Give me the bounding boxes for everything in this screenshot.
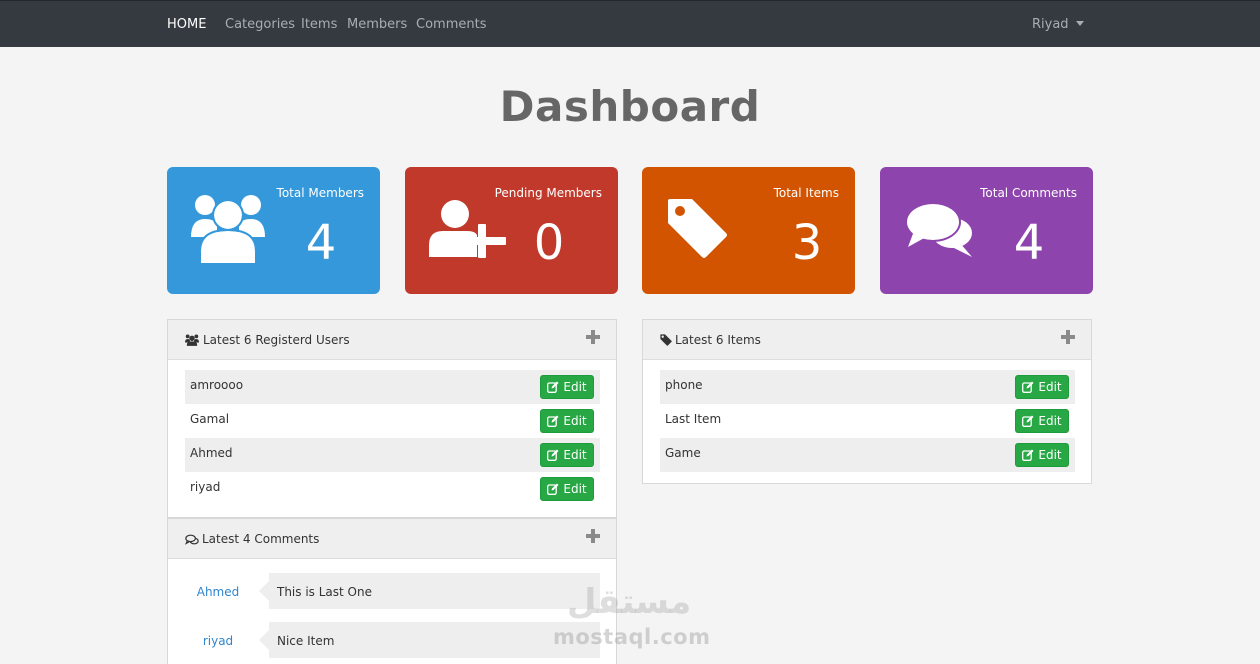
edit-icon: [547, 449, 559, 461]
comment-author-link[interactable]: riyad: [185, 634, 251, 648]
edit-button[interactable]: Edit: [540, 477, 594, 501]
edit-label: Edit: [1038, 414, 1062, 428]
stat-value: 4: [305, 215, 337, 271]
comment-item: Ahmed This is Last One: [185, 573, 600, 609]
edit-label: Edit: [1038, 448, 1062, 462]
list-item: Gamal Edit: [185, 404, 600, 438]
user-plus-icon: [429, 200, 506, 258]
user-name: riyad: [190, 480, 221, 494]
latest-items-panel: Latest 6 Items phone Edit Last Item Edit…: [642, 319, 1092, 484]
edit-label: Edit: [563, 482, 587, 496]
edit-icon: [547, 483, 559, 495]
stat-label: Total Comments: [980, 186, 1077, 200]
nav-home-link[interactable]: HOME: [167, 17, 206, 32]
edit-button[interactable]: Edit: [540, 375, 594, 399]
list-item: Last Item Edit: [660, 404, 1075, 438]
edit-icon: [1022, 381, 1034, 393]
navbar: HOME Categories Items Members Comments R…: [0, 0, 1260, 47]
comment-item: riyad Nice Item: [185, 622, 600, 658]
comment-text: Nice Item: [277, 634, 335, 648]
stat-card-total-items[interactable]: Total Items 3: [642, 167, 855, 294]
tag-icon: [668, 199, 727, 258]
stat-label: Total Members: [276, 186, 364, 200]
list-item: phone Edit: [660, 370, 1075, 404]
list-item: Ahmed Edit: [185, 438, 600, 472]
page-title: Dashboard: [499, 82, 761, 131]
item-name: phone: [665, 378, 703, 392]
edit-button[interactable]: Edit: [540, 443, 594, 467]
stat-card-pending-members[interactable]: Pending Members 0: [405, 167, 618, 294]
panel-heading: Latest 4 Comments: [168, 519, 616, 559]
user-name: Gamal: [190, 412, 230, 426]
panel-heading: Latest 6 Registerd Users: [168, 320, 616, 360]
user-dropdown[interactable]: Riyad: [1032, 17, 1084, 32]
stat-value: 3: [791, 215, 823, 271]
edit-icon: [547, 381, 559, 393]
edit-button[interactable]: Edit: [1015, 443, 1069, 467]
panel-title: Latest 6 Items: [675, 333, 761, 347]
edit-label: Edit: [1038, 380, 1062, 394]
list-item: riyad Edit: [185, 472, 600, 506]
list-item: amroooo Edit: [185, 370, 600, 404]
stat-card-total-comments[interactable]: Total Comments 4: [880, 167, 1093, 294]
comment-bubble: Nice Item: [259, 622, 600, 658]
panel-heading: Latest 6 Items: [643, 320, 1091, 360]
list-item: Game Edit: [660, 438, 1075, 472]
comment-author-link[interactable]: Ahmed: [185, 585, 251, 599]
comments-icon: [185, 534, 199, 545]
stat-label: Total Items: [773, 186, 839, 200]
nav-comments-link[interactable]: Comments: [416, 17, 486, 32]
user-name: Riyad: [1032, 17, 1069, 32]
stat-value: 4: [1013, 215, 1045, 271]
panel-title: Latest 4 Comments: [202, 532, 320, 546]
stat-label: Pending Members: [494, 186, 602, 200]
edit-icon: [547, 415, 559, 427]
users-icon: [191, 195, 265, 263]
user-name: amroooo: [190, 378, 244, 392]
user-name: Ahmed: [190, 446, 233, 460]
plus-icon[interactable]: [586, 529, 600, 543]
edit-icon: [1022, 415, 1034, 427]
edit-icon: [1022, 449, 1034, 461]
comment-text: This is Last One: [277, 585, 372, 599]
item-name: Game: [665, 446, 701, 460]
comments-icon: [905, 202, 972, 257]
edit-button[interactable]: Edit: [1015, 409, 1069, 433]
plus-icon[interactable]: [586, 330, 600, 344]
users-icon: [185, 334, 199, 346]
nav-categories-link[interactable]: Categories: [225, 17, 295, 32]
edit-button[interactable]: Edit: [540, 409, 594, 433]
nav-items-link[interactable]: Items: [301, 17, 337, 32]
tag-icon: [660, 334, 672, 346]
latest-users-panel: Latest 6 Registerd Users amroooo Edit Ga…: [167, 319, 617, 518]
edit-label: Edit: [563, 414, 587, 428]
latest-comments-panel: Latest 4 Comments Ahmed This is Last One…: [167, 518, 617, 664]
nav-members-link[interactable]: Members: [347, 17, 407, 32]
panel-title: Latest 6 Registerd Users: [203, 333, 350, 347]
stat-card-total-members[interactable]: Total Members 4: [167, 167, 380, 294]
plus-icon[interactable]: [1061, 330, 1075, 344]
edit-label: Edit: [563, 448, 587, 462]
caret-down-icon: [1075, 21, 1084, 26]
stat-value: 0: [533, 215, 565, 271]
comment-bubble: This is Last One: [259, 573, 600, 609]
item-name: Last Item: [665, 412, 722, 426]
edit-label: Edit: [563, 380, 587, 394]
edit-button[interactable]: Edit: [1015, 375, 1069, 399]
